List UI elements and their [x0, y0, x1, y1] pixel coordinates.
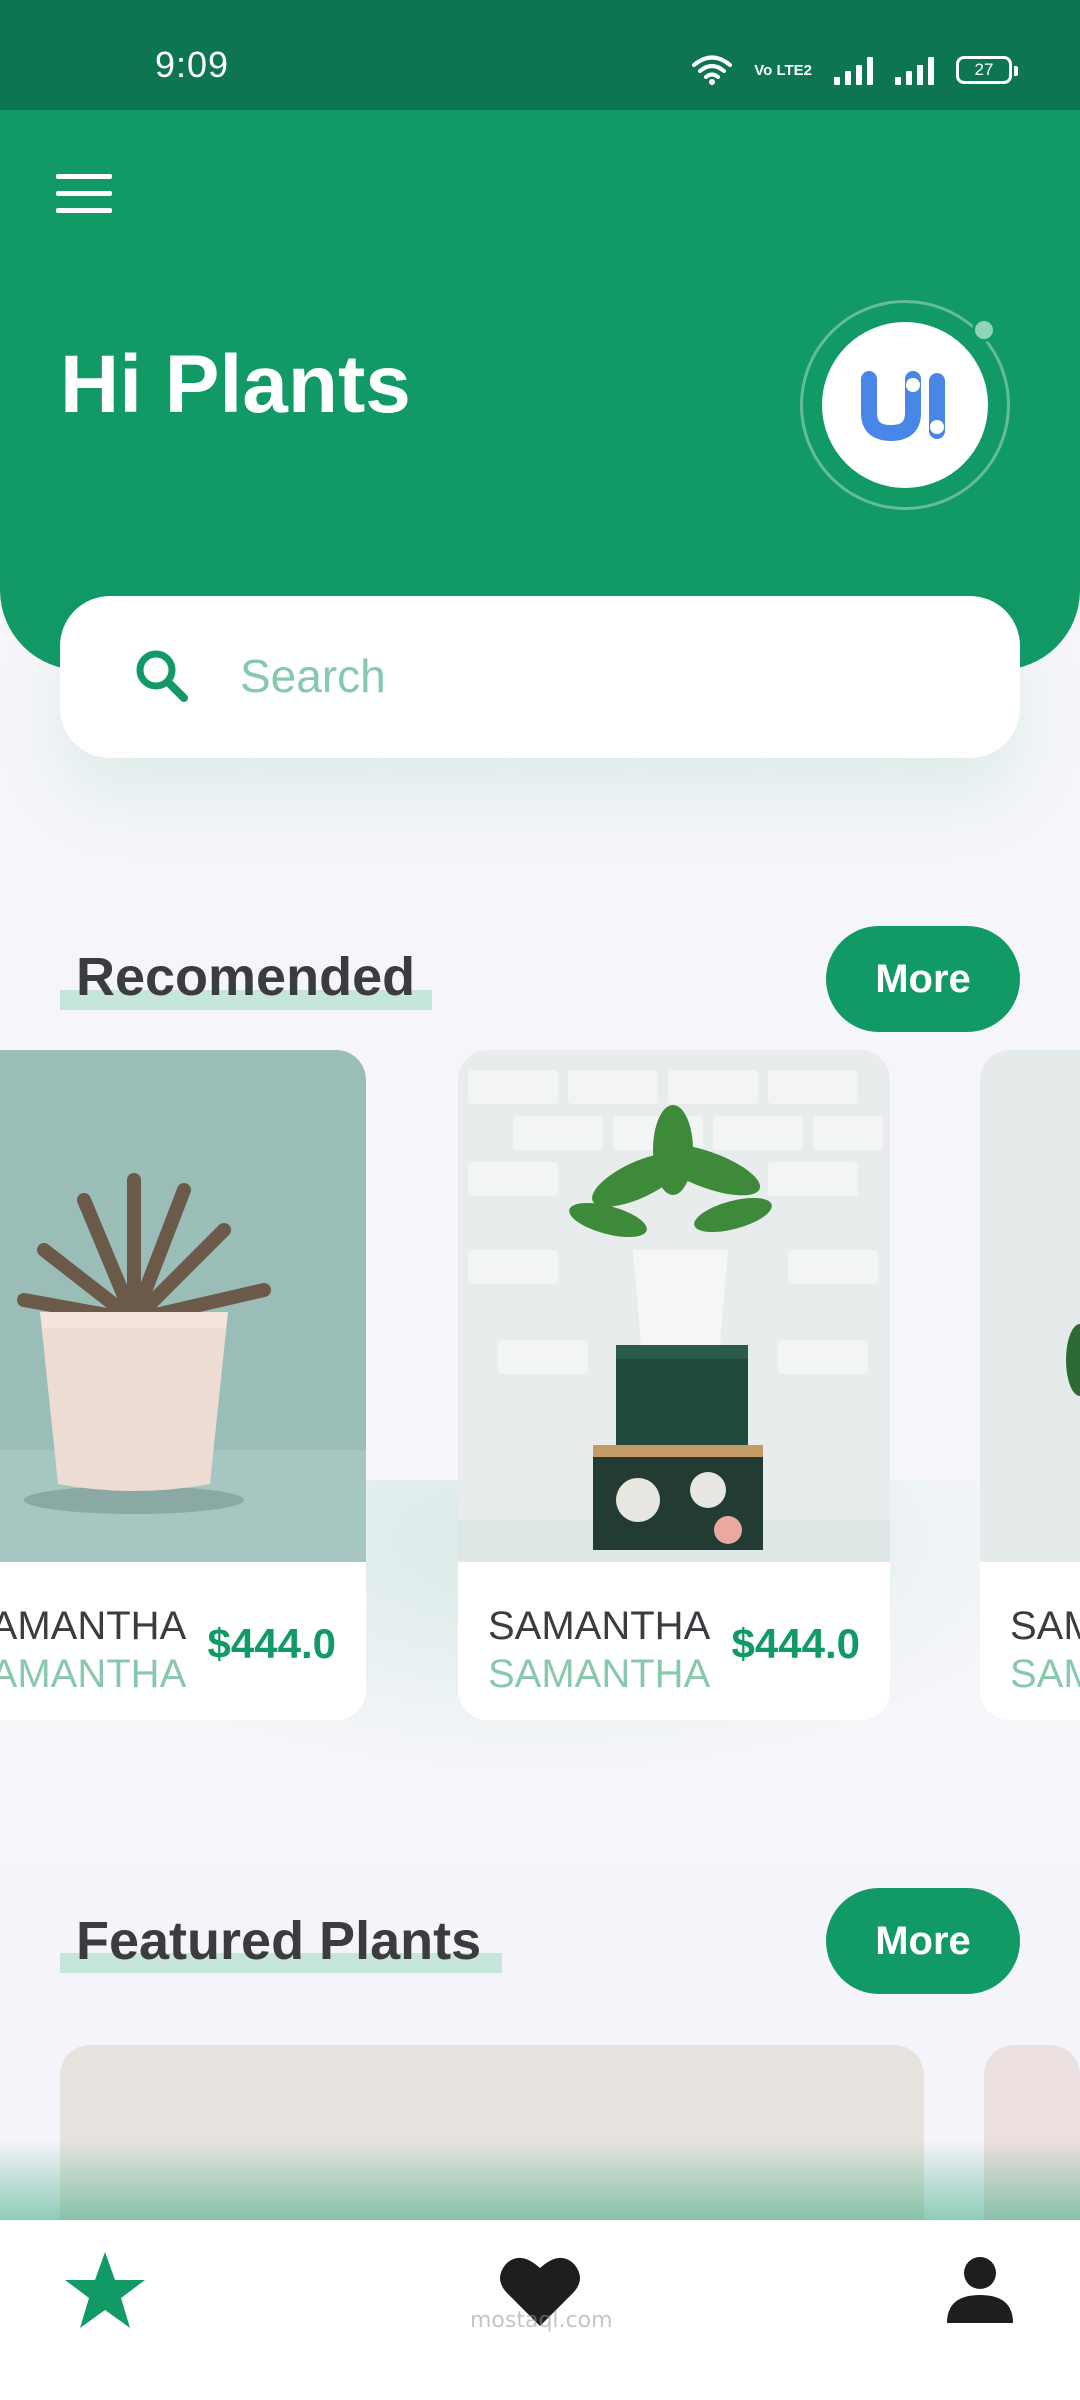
battery-level: 27: [974, 60, 994, 79]
plant-image: [980, 1050, 1080, 1562]
more-button-featured[interactable]: More: [826, 1888, 1020, 1994]
nav-item-likes[interactable]: [475, 2220, 605, 2360]
card-subtitle: SAMANTHA: [1010, 1652, 1080, 1696]
signal-icon: [895, 55, 934, 85]
card-name: SAMANTHA: [488, 1604, 711, 1648]
battery-icon: 27: [956, 56, 1018, 84]
person-icon: [947, 2257, 1013, 2323]
section-title-recommended: Recomended: [76, 947, 416, 1007]
nav-item-favorites-star[interactable]: [40, 2220, 170, 2360]
volte-indicator: Vo LTE2: [754, 61, 812, 79]
recommended-list: SAMANTHA SAMANTHA $444.0: [0, 1050, 1080, 1730]
status-time: 9:09: [155, 44, 230, 85]
watermark-text: mostaql.com: [470, 2308, 613, 2333]
plant-image: [458, 1050, 890, 1562]
card-subtitle: SAMANTHA: [488, 1652, 711, 1696]
online-dot: [972, 318, 996, 342]
signal-icon: [834, 55, 873, 85]
card-subtitle: SAMANTHA: [0, 1652, 187, 1696]
card-info: SAMANTHA SAMANTHA $444.0: [458, 1562, 890, 1720]
card-price: $444.0: [207, 1620, 336, 1667]
status-bar: 9:09 Vo LTE2 27: [0, 0, 1080, 110]
card-price: $444.0: [731, 1620, 860, 1667]
page-title: Hi Plants: [60, 339, 411, 430]
card-name: SAMANTHA: [0, 1604, 187, 1648]
menu-icon[interactable]: [56, 174, 112, 214]
card-name: SAMANTHA: [1010, 1604, 1080, 1648]
nav-item-profile[interactable]: [915, 2220, 1045, 2360]
card-info: SAMANTHA SAMANTHA: [980, 1562, 1080, 1720]
section-title-featured: Featured Plants: [76, 1911, 482, 1971]
search-icon: [136, 650, 188, 702]
avatar[interactable]: [822, 322, 988, 488]
search-bar[interactable]: [60, 596, 1020, 758]
ui-logo-icon: [861, 371, 945, 442]
star-icon: [65, 2252, 145, 2328]
search-input[interactable]: [240, 636, 980, 716]
more-button-recommended[interactable]: More: [826, 926, 1020, 1032]
status-icons: Vo LTE2 27: [692, 50, 1018, 90]
plant-card[interactable]: SAMANTHA SAMANTHA $444.0: [458, 1050, 890, 1720]
card-info: SAMANTHA SAMANTHA $444.0: [0, 1562, 366, 1720]
bottom-fade: [0, 2140, 1080, 2220]
wifi-icon: [692, 55, 733, 85]
plant-card[interactable]: SAMANTHA SAMANTHA $444.0: [0, 1050, 366, 1720]
plant-card[interactable]: SAMANTHA SAMANTHA: [980, 1050, 1080, 1720]
header: Hi Plants: [0, 110, 1080, 670]
bottom-nav: mostaql.com: [0, 2220, 1080, 2400]
plant-image: [0, 1050, 366, 1562]
